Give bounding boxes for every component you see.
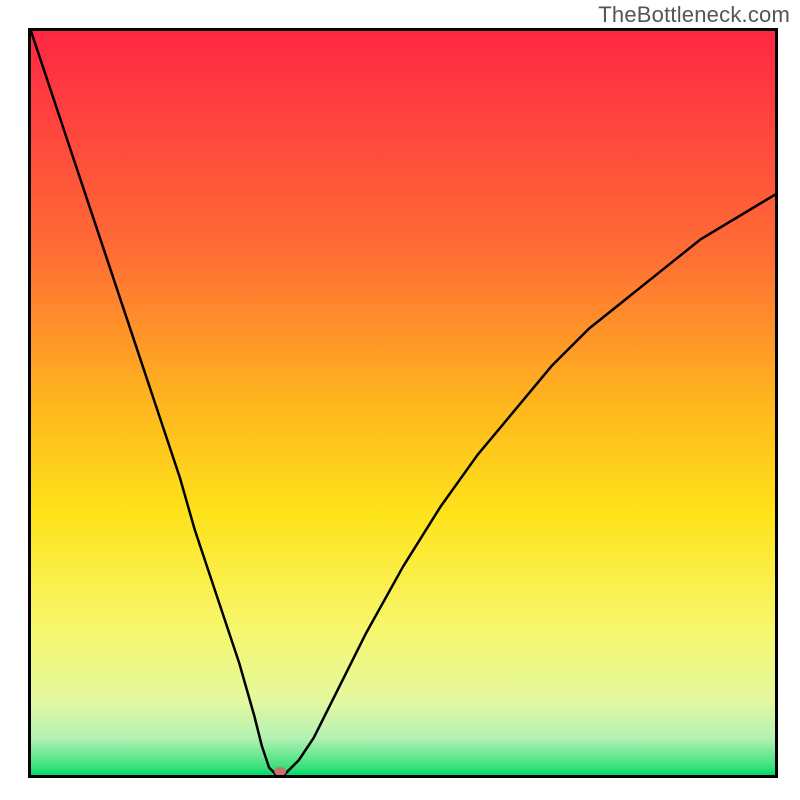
- curve-line: [31, 31, 775, 775]
- chart-frame: [28, 28, 778, 778]
- chart-area: [31, 31, 775, 775]
- watermark-text: TheBottleneck.com: [598, 2, 790, 28]
- chart-svg: [31, 31, 775, 775]
- chart-background: [31, 31, 775, 775]
- optimum-marker: [274, 767, 286, 775]
